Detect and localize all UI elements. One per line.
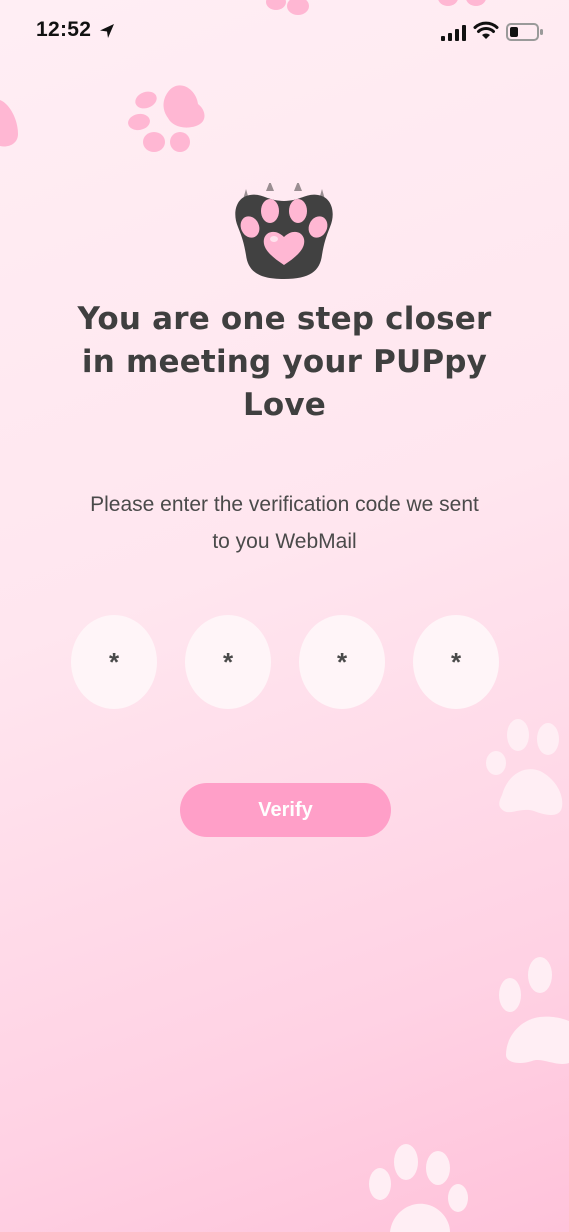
battery-icon (506, 23, 543, 41)
paw-print-decoration (266, 0, 309, 15)
page-heading: You are one step closer in meeting your … (77, 301, 492, 423)
status-time: 12:52 (36, 18, 92, 41)
paw-print-decoration (438, 0, 486, 6)
code-digit-input-3[interactable]: * (299, 615, 385, 709)
verification-code-inputs: * * * * (71, 615, 499, 709)
verification-instructions: Please enter the verification code we se… (90, 493, 479, 553)
code-digit-input-4[interactable]: * (413, 615, 499, 709)
paw-print-decoration (128, 85, 205, 152)
verify-button[interactable]: Verify (180, 783, 391, 837)
paw-print-decoration (369, 1144, 468, 1232)
paw-heart-logo (235, 183, 333, 279)
wifi-icon (473, 21, 499, 39)
cellular-signal-icon (441, 25, 466, 41)
paw-print-decoration (486, 719, 563, 815)
code-digit-input-1[interactable]: * (71, 615, 157, 709)
code-digit-input-2[interactable]: * (185, 615, 271, 709)
location-arrow-icon (100, 24, 114, 38)
paw-print-decoration (0, 100, 18, 147)
paw-print-decoration (499, 957, 569, 1064)
